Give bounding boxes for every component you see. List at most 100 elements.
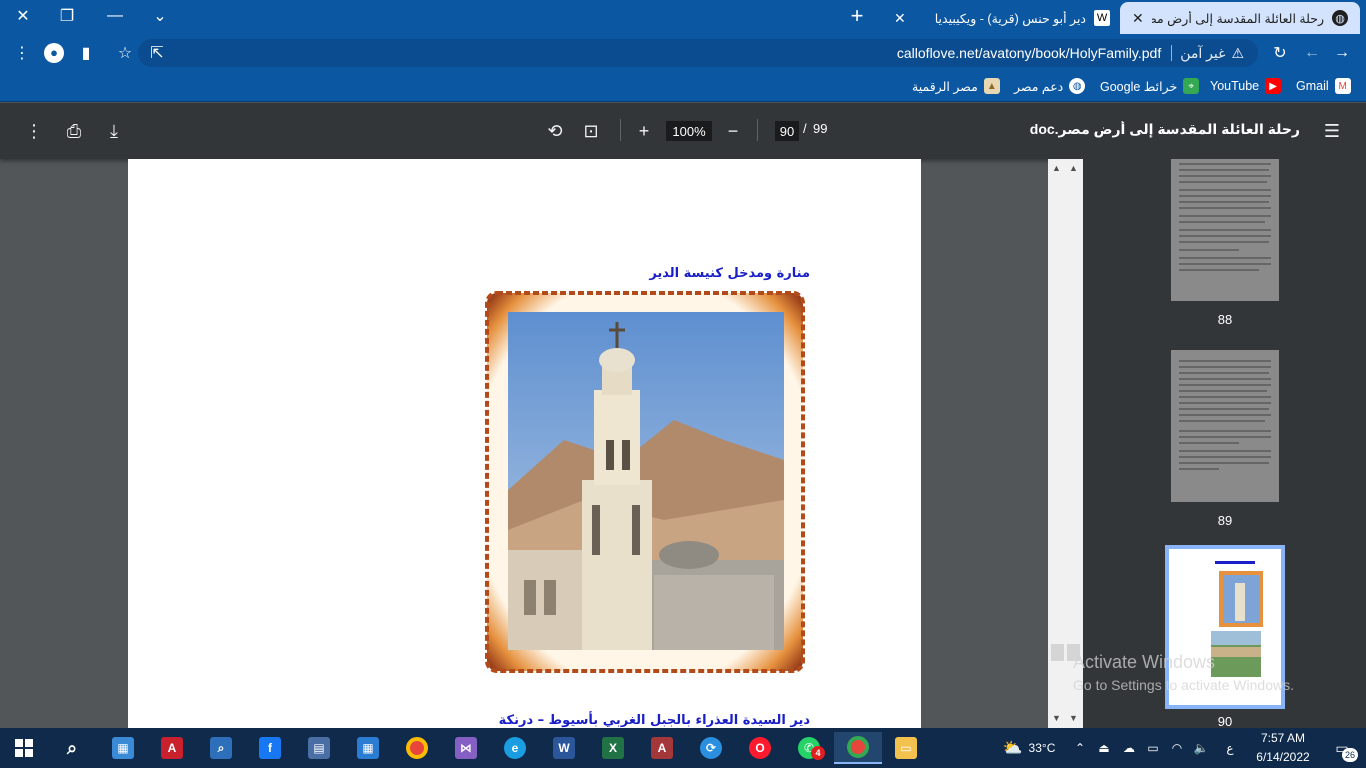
- notification-center[interactable]: ▭ 26: [1322, 728, 1362, 768]
- gmail-icon: M: [1334, 78, 1351, 94]
- divider: [1171, 45, 1173, 61]
- magnifier-icon[interactable]: ⌕: [201, 732, 241, 764]
- opera-icon[interactable]: O: [740, 732, 780, 764]
- tab-title: رحلة العائلة المقدسة إلى أرض مصر: [1151, 11, 1324, 26]
- download-icon[interactable]: ⤓: [98, 115, 130, 147]
- whatsapp-icon[interactable]: ✆ 4: [789, 732, 829, 764]
- profile-avatar-icon[interactable]: ●: [40, 39, 68, 67]
- bookmark-support-egypt[interactable]: ◍ دعم مصر: [1014, 76, 1086, 96]
- page-separator: /: [803, 121, 807, 136]
- show-hidden-icons-chevron-icon[interactable]: ⌃: [1070, 728, 1090, 768]
- divider: [757, 119, 758, 141]
- vertical-scrollbar[interactable]: [1048, 159, 1083, 728]
- url-text[interactable]: calloflove.net/avatony/book/HolyFamily.p…: [897, 45, 1161, 61]
- thumbnail-page-89[interactable]: [1171, 350, 1279, 502]
- tab-title: دير أبو حنس (قرية) - ويكيبيديا: [934, 11, 1086, 26]
- weather-temp: 33°C: [1028, 741, 1056, 755]
- bookmark-digital-egypt[interactable]: ▲ مصر الرقمية: [912, 76, 1000, 96]
- word-icon[interactable]: W: [544, 732, 584, 764]
- access-icon[interactable]: A: [642, 732, 682, 764]
- total-pages: 99: [813, 121, 828, 136]
- thumbnail-label: 88: [1217, 312, 1233, 327]
- church-photo: [484, 290, 806, 674]
- autocad-icon[interactable]: A: [152, 732, 192, 764]
- chrome-icon[interactable]: [397, 732, 437, 764]
- address-bar[interactable]: ⚠ غير آمن calloflove.net/avatony/book/Ho…: [138, 39, 1258, 67]
- warning-icon[interactable]: ⚠: [1231, 45, 1244, 62]
- control-panel-icon[interactable]: ▦: [103, 732, 143, 764]
- scroll-up-icon[interactable]: ▲: [1052, 163, 1061, 173]
- minimize-window-icon[interactable]: —: [92, 0, 138, 32]
- youtube-icon: ▶: [1265, 78, 1282, 94]
- restore-window-icon[interactable]: ❐: [44, 0, 90, 32]
- scroll-up-icon[interactable]: ▲: [1069, 163, 1078, 173]
- globe-icon: ◍: [1069, 78, 1086, 94]
- start-windows-icon[interactable]: [4, 732, 44, 764]
- usb-icon[interactable]: ⏏: [1094, 728, 1114, 768]
- bookmark-gmail[interactable]: M Gmail: [1296, 76, 1351, 96]
- reload-icon[interactable]: ↻: [1266, 39, 1294, 67]
- sync-icon[interactable]: ⟳: [691, 732, 731, 764]
- tab-search-chevron-icon[interactable]: ⌄: [137, 0, 183, 32]
- maps-icon: ⌖: [1183, 78, 1200, 94]
- zoom-out-icon[interactable]: −: [717, 115, 749, 147]
- calendar-icon[interactable]: ▦: [348, 732, 388, 764]
- language-indicator[interactable]: ع: [1220, 728, 1240, 768]
- fit-to-page-icon[interactable]: ⊡: [575, 115, 607, 147]
- globe-icon: ◍: [1332, 10, 1348, 26]
- close-tab-icon[interactable]: ✕: [1132, 10, 1144, 27]
- zoom-level-input[interactable]: 100%: [666, 121, 712, 141]
- wikipedia-icon: W: [1094, 10, 1110, 26]
- volume-icon[interactable]: 🔈: [1190, 728, 1212, 768]
- visual-studio-icon[interactable]: ⋈: [446, 732, 486, 764]
- onedrive-cloud-icon[interactable]: ☁: [1118, 728, 1140, 768]
- forward-arrow-icon[interactable]: ←: [1298, 39, 1326, 67]
- close-window-icon[interactable]: ✕: [0, 0, 46, 32]
- side-panel-icon[interactable]: ▮: [72, 39, 100, 67]
- zoom-in-icon[interactable]: +: [628, 115, 660, 147]
- new-tab-button[interactable]: +: [834, 0, 880, 32]
- whatsapp-badge: 4: [811, 746, 825, 760]
- scroll-down-icon[interactable]: ▼: [1052, 713, 1061, 723]
- digital-egypt-icon: ▲: [983, 78, 1000, 94]
- tab-wikipedia[interactable]: W دير أبو حنس (قرية) - ويكيبيديا ✕: [882, 2, 1122, 34]
- battery-icon[interactable]: ▭: [1142, 728, 1164, 768]
- more-menu-icon[interactable]: ⋮: [8, 39, 36, 67]
- caption-top: منارة ومدخل كنيسة الدير: [649, 266, 810, 281]
- bookmark-label: دعم مصر: [1014, 79, 1064, 94]
- rotate-icon[interactable]: ⟲: [539, 115, 571, 147]
- notification-count: 26: [1342, 748, 1358, 762]
- calculator-icon[interactable]: ▤: [299, 732, 339, 764]
- edge-icon[interactable]: e: [495, 732, 535, 764]
- caption-bottom: دير السيدة العذراء بالجبل الغربي بأسيوط …: [498, 713, 810, 728]
- thumbnail-page-88[interactable]: [1171, 159, 1279, 301]
- thumbnail-label: 89: [1217, 513, 1233, 528]
- excel-icon[interactable]: X: [593, 732, 633, 764]
- page-number-input[interactable]: 90: [775, 121, 799, 141]
- search-icon[interactable]: ⌕: [52, 732, 92, 764]
- weather-widget[interactable]: ⛅ 33°C: [994, 728, 1064, 768]
- close-tab-icon[interactable]: ✕: [894, 10, 906, 27]
- menu-icon[interactable]: ☰: [1316, 115, 1348, 147]
- more-actions-icon[interactable]: ⋮: [18, 115, 50, 147]
- clock-date[interactable]: 6/14/2022: [1250, 750, 1316, 764]
- watermark-subtitle: Go to Settings to activate Windows.: [1073, 677, 1294, 693]
- security-label[interactable]: غير آمن: [1180, 45, 1225, 62]
- file-explorer-icon[interactable]: ▭: [886, 732, 926, 764]
- chrome-active-icon[interactable]: [834, 732, 882, 764]
- pdf-title: رحلة العائلة المقدسة إلى أرض مصر.doc: [1029, 121, 1300, 137]
- bookmark-youtube[interactable]: ▶ YouTube: [1210, 76, 1282, 96]
- back-arrow-icon[interactable]: →: [1328, 39, 1356, 67]
- scroll-down-icon[interactable]: ▼: [1069, 713, 1078, 723]
- share-icon[interactable]: ⇱: [143, 39, 171, 67]
- bookmark-label: Gmail: [1296, 79, 1329, 93]
- wifi-icon[interactable]: ◠: [1166, 728, 1188, 768]
- tab-pdf[interactable]: ◍ رحلة العائلة المقدسة إلى أرض مصر ✕: [1120, 2, 1360, 34]
- facebook-icon[interactable]: f: [250, 732, 290, 764]
- bookmark-star-icon[interactable]: ☆: [111, 39, 139, 67]
- bookmark-label: مصر الرقمية: [912, 79, 978, 94]
- bookmark-maps[interactable]: ⌖ خرائط Google: [1100, 76, 1200, 96]
- bookmark-label: خرائط Google: [1100, 79, 1178, 94]
- print-icon[interactable]: ⎙: [58, 115, 90, 147]
- clock-time[interactable]: 7:57 AM: [1250, 731, 1316, 745]
